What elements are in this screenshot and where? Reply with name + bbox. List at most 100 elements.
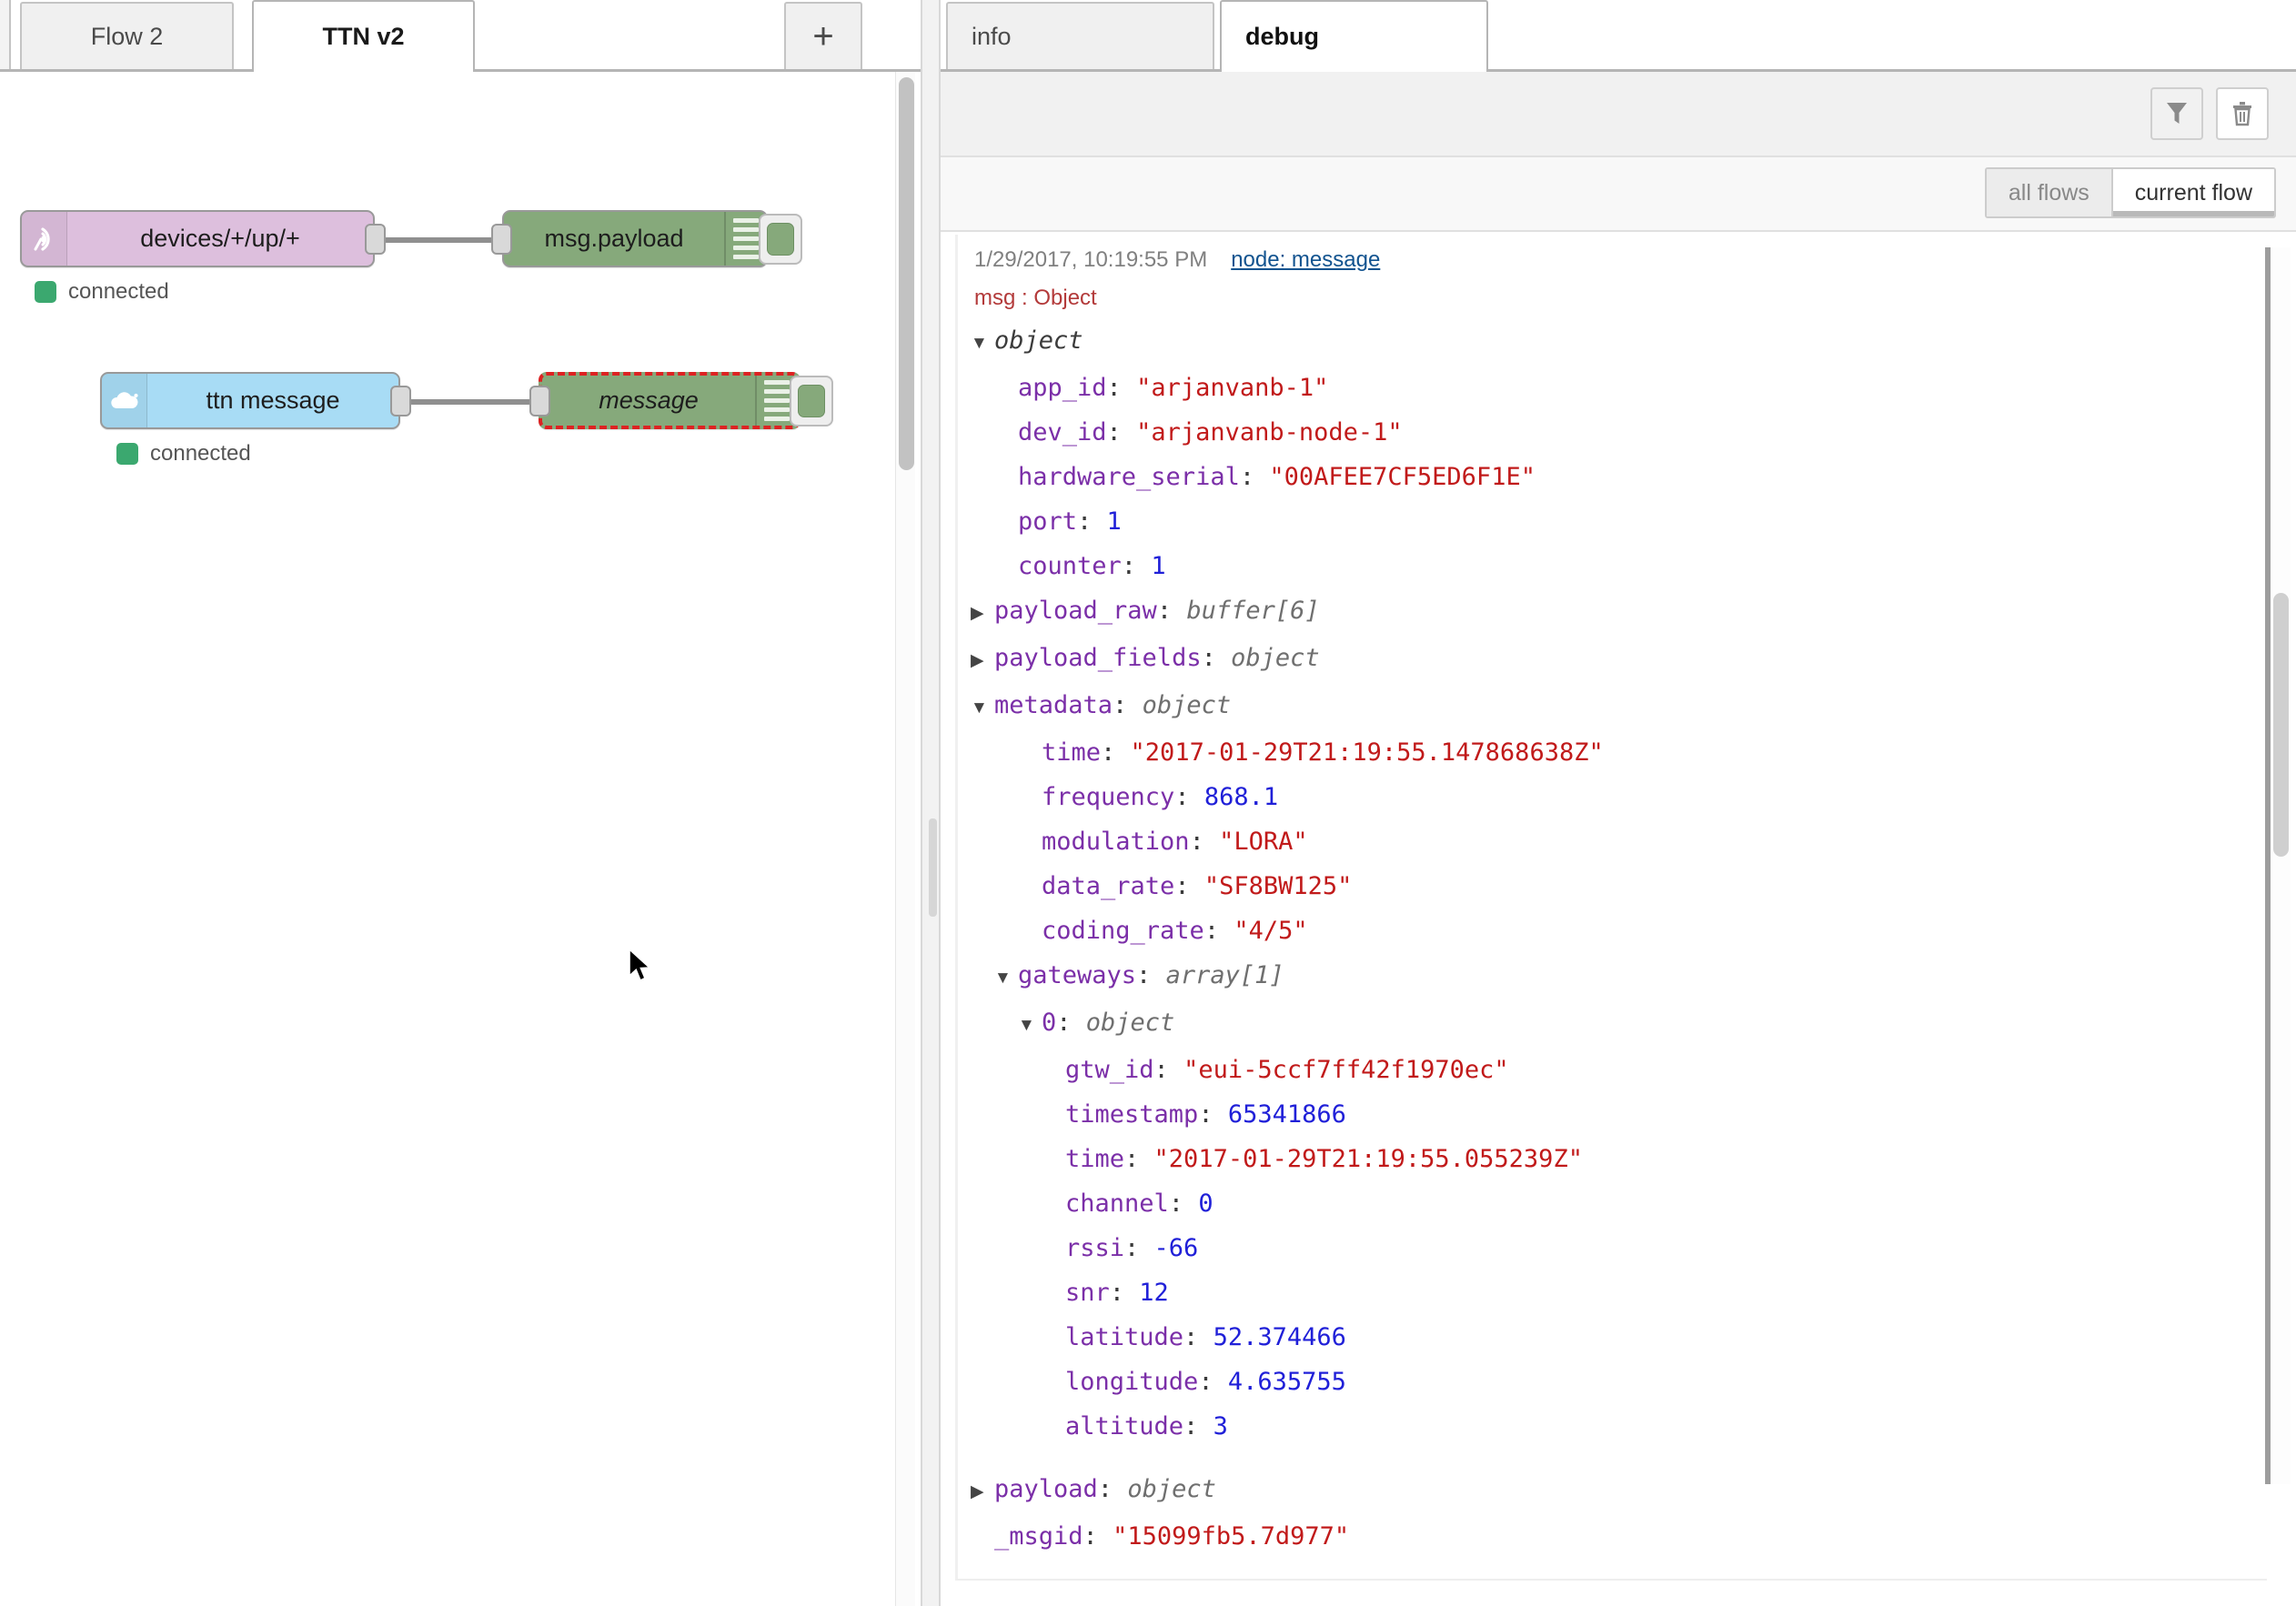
json-row: frequency: 868.1: [958, 775, 2267, 819]
json-key: modulation: [1042, 828, 1190, 856]
tab-flow-2-label: Flow 2: [90, 22, 164, 50]
twisty-collapsed-icon[interactable]: ▶: [971, 638, 991, 683]
json-row[interactable]: ▼ object: [958, 318, 2267, 366]
filter-button[interactable]: [2150, 87, 2203, 140]
node-mqtt-in[interactable]: devices/+/up/+: [20, 210, 386, 267]
node-debug-payload-toggle-button[interactable]: [759, 213, 802, 265]
json-colon: :: [1113, 691, 1143, 719]
json-colon: :: [1201, 644, 1232, 672]
json-value: 1: [1151, 552, 1166, 580]
json-value: object: [1231, 644, 1320, 672]
json-row[interactable]: ▼ 0: object: [958, 1000, 2267, 1048]
json-row: altitude: 3: [958, 1404, 2267, 1449]
node-ttn-message-status: connected: [116, 441, 251, 467]
json-colon: :: [1121, 552, 1152, 580]
splitter-grip[interactable]: [929, 818, 937, 917]
json-row: hardware_serial: "00AFEE7CF5ED6F1E": [958, 455, 2267, 499]
json-key: gateways: [1018, 961, 1137, 989]
json-key: gtw_id: [1065, 1056, 1154, 1084]
plus-icon: +: [812, 15, 834, 56]
json-row: _msgid: "15099fb5.7d977": [958, 1514, 2267, 1559]
flow-canvas-scrollbar-thumb[interactable]: [899, 77, 914, 470]
json-row[interactable]: ▶ payload: object: [958, 1467, 2267, 1514]
json-value: "arjanvanb-1": [1136, 374, 1329, 402]
json-key: altitude: [1065, 1412, 1184, 1440]
json-colon: :: [1153, 1056, 1184, 1084]
debug-message-source-link[interactable]: node: message: [1231, 247, 1380, 273]
json-row: time: "2017-01-29T21:19:55.055239Z": [958, 1137, 2267, 1181]
add-flow-tab-button[interactable]: +: [784, 2, 862, 69]
json-row[interactable]: ▶ payload_fields: object: [958, 636, 2267, 683]
twisty-expanded-icon[interactable]: ▼: [994, 956, 1014, 1000]
twisty-expanded-icon[interactable]: ▼: [971, 321, 991, 366]
json-colon: :: [1056, 1009, 1086, 1037]
twisty-collapsed-icon[interactable]: ▶: [971, 1470, 991, 1514]
json-row: data_rate: "SF8BW125": [958, 864, 2267, 908]
json-row: app_id: "arjanvanb-1": [958, 366, 2267, 410]
json-colon: :: [1183, 1323, 1213, 1351]
sidebar-pane: info debug all flows current flow 1/29/2…: [941, 0, 2296, 1606]
json-key: metadata: [994, 691, 1113, 719]
json-colon: :: [1124, 1145, 1154, 1173]
tab-bar-left-edge: [0, 0, 11, 69]
json-colon: :: [1097, 1475, 1128, 1503]
debug-message-list[interactable]: 1/29/2017, 10:19:55 PM node: message msg…: [941, 235, 2296, 1606]
json-value: "arjanvanb-node-1": [1136, 418, 1403, 447]
filter-current-flow-button[interactable]: current flow: [2112, 169, 2274, 216]
twisty-expanded-icon[interactable]: ▼: [1018, 1003, 1038, 1048]
json-row: rssi: -66: [958, 1226, 2267, 1270]
clear-log-button[interactable]: [2216, 87, 2269, 140]
flow-canvas[interactable]: devices/+/up/+ msg.payload connected ttn…: [0, 72, 921, 1606]
json-value: 52.374466: [1213, 1323, 1346, 1351]
node-debug-payload-input-port[interactable]: [491, 223, 512, 255]
json-row: time: "2017-01-29T21:19:55.147868638Z": [958, 730, 2267, 775]
json-row: modulation: "LORA": [958, 819, 2267, 864]
debug-list-scrollbar-thumb[interactable]: [2273, 593, 2289, 857]
json-row[interactable]: ▼ gateways: array[1]: [958, 953, 2267, 1000]
json-colon: :: [1174, 783, 1204, 811]
json-row[interactable]: ▼ metadata: object: [958, 683, 2267, 730]
json-key: snr: [1065, 1279, 1110, 1307]
debug-list-scrollbar[interactable]: [2271, 247, 2291, 1484]
filter-icon: [2167, 103, 2187, 124]
node-debug-message[interactable]: message: [529, 372, 833, 429]
filter-all-flows-label: all flows: [2008, 179, 2090, 206]
json-colon: :: [1109, 1279, 1140, 1307]
twisty-expanded-icon[interactable]: ▼: [971, 686, 991, 730]
panel-splitter[interactable]: [921, 0, 941, 1606]
node-debug-payload[interactable]: msg.payload: [491, 210, 802, 267]
json-value: "eui-5ccf7ff42f1970ec": [1183, 1056, 1509, 1084]
node-ttn-message-output-port[interactable]: [390, 385, 411, 417]
tab-flow-2[interactable]: Flow 2: [20, 2, 234, 69]
node-mqtt-in-label: devices/+/up/+: [140, 225, 300, 252]
tab-info[interactable]: info: [946, 2, 1214, 69]
json-colon: :: [1156, 597, 1187, 625]
json-key: longitude: [1065, 1368, 1199, 1396]
node-ttn-message[interactable]: ttn message: [100, 372, 411, 429]
flow-editor-pane: Flow 2 TTN v2 + devices/+/up/+ msg.paylo…: [0, 0, 921, 1606]
tab-ttn-v2-label: TTN v2: [322, 23, 405, 50]
json-value: buffer[6]: [1186, 597, 1320, 625]
json-row[interactable]: ▶ payload_raw: buffer[6]: [958, 588, 2267, 636]
tab-info-label: info: [972, 22, 1012, 50]
debug-message-entry[interactable]: 1/29/2017, 10:19:55 PM node: message msg…: [955, 235, 2267, 1581]
twisty-collapsed-icon[interactable]: ▶: [971, 591, 991, 636]
cloud-icon: [102, 374, 147, 427]
tab-debug[interactable]: debug: [1220, 0, 1488, 72]
flow-canvas-scrollbar[interactable]: [895, 72, 915, 1606]
json-value: "15099fb5.7d977": [1113, 1522, 1350, 1551]
json-row: dev_id: "arjanvanb-node-1": [958, 410, 2267, 455]
node-mqtt-in-output-port[interactable]: [365, 223, 386, 255]
json-value: 868.1: [1203, 783, 1279, 811]
json-value: array[1]: [1165, 961, 1284, 989]
filter-current-flow-label: current flow: [2134, 179, 2252, 206]
node-debug-message-toggle-button[interactable]: [790, 375, 833, 427]
json-tree[interactable]: ▼ object app_id: "arjanvanb-1" dev_id: "arj…: [958, 318, 2267, 1559]
json-colon: :: [1106, 418, 1137, 447]
tab-ttn-v2[interactable]: TTN v2: [252, 0, 475, 72]
json-value: object: [1085, 1009, 1175, 1037]
filter-all-flows-button[interactable]: all flows: [1986, 169, 2113, 216]
broadcast-icon: [22, 212, 67, 266]
node-debug-message-input-port[interactable]: [529, 385, 550, 417]
json-key: time: [1042, 738, 1102, 767]
